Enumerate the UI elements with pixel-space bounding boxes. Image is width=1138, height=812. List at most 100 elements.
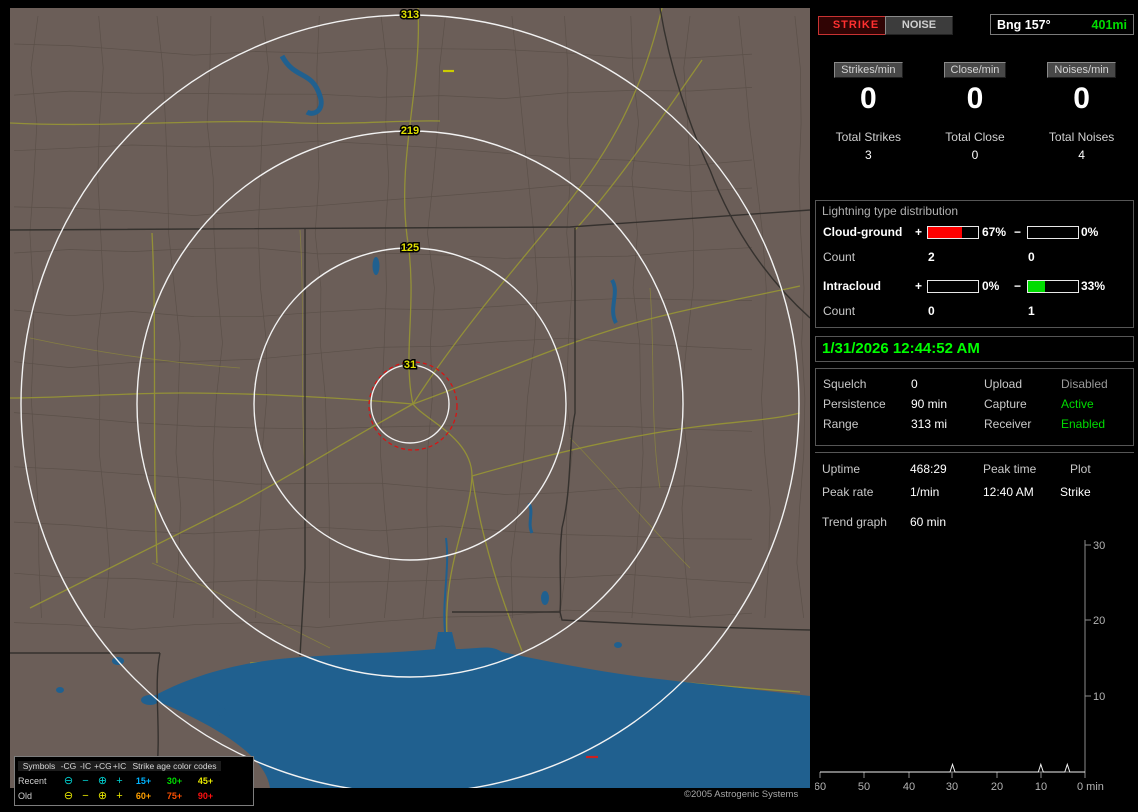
plot-label: Plot [1070, 462, 1091, 476]
age-90: 90+ [197, 790, 214, 801]
distribution-box: Lightning type distribution Cloud-ground… [815, 200, 1134, 328]
section-divider [815, 452, 1134, 453]
peak-rate-value: 1/min [910, 485, 940, 499]
squelch-label: Squelch [823, 377, 867, 391]
receiver-label: Receiver [984, 417, 1032, 431]
ic-count-minus: 1 [1028, 304, 1035, 318]
legend-type-ncg: -CG [60, 760, 77, 771]
xtick-40: 40 [903, 781, 915, 793]
legend-row-old-label: Old [18, 790, 33, 801]
persistence-value: 90 min [911, 397, 948, 411]
symbol-neg-cg-icon: ⊖ [63, 789, 74, 802]
age-75: 75+ [166, 790, 183, 801]
total-noises-value: 4 [1078, 148, 1085, 162]
legend-type-pic: +IC [111, 760, 128, 771]
age-60: 60+ [135, 790, 152, 801]
cg-count-plus: 2 [928, 250, 935, 264]
bearing-readout: Bng 157° 401mi [990, 14, 1134, 35]
trend-graph: 30 20 10 60 50 40 30 20 10 0 min [815, 540, 1105, 793]
status-panel: STRIKE NOISE Bng 157° 401mi Strikes/min … [815, 0, 1135, 812]
total-strikes-value: 3 [864, 148, 872, 162]
cg-count-label: Count [823, 250, 856, 264]
symbol-neg-cg-icon: ⊖ [63, 774, 74, 787]
symbol-pos-cg-icon: ⊕ [97, 774, 108, 787]
ic-plus-pct: 0% [982, 279, 1000, 293]
symbol-pos-cg-icon: ⊕ [97, 789, 108, 802]
legend-row-recent-label: Recent [18, 775, 47, 786]
persistence-label: Persistence [823, 397, 886, 411]
plus-sign: + [915, 279, 923, 293]
ic-count-label: Count [823, 304, 856, 318]
clock-readout: 1/31/2026 12:44:52 AM [815, 336, 1134, 362]
ring-label-313: 313 [401, 9, 419, 21]
cg-minus-bar [1027, 226, 1079, 239]
symbol-neg-ic-icon: − [82, 774, 89, 787]
ring-label-219: 219 [401, 125, 419, 137]
receiver-value: Enabled [1061, 417, 1106, 431]
age-15: 15+ [135, 775, 152, 786]
uptime-label: Uptime [822, 462, 861, 476]
upload-value: Disabled [1061, 377, 1108, 391]
distribution-title: Lightning type distribution [822, 204, 959, 218]
total-strikes-label: Total Strikes [835, 130, 901, 144]
map-legend: Symbols -CG -IC +CG +IC Strike age color… [14, 756, 254, 806]
trend-graph-window: 60 min [910, 515, 947, 529]
status-box: Squelch 0 Upload Disabled Persistence 90… [815, 368, 1134, 446]
ic-minus-bar [1027, 280, 1079, 293]
minus-sign: − [1014, 225, 1022, 239]
cg-minus-pct: 0% [1081, 225, 1099, 239]
trend-strike-series [820, 762, 1085, 773]
strikes-per-min-value: 0 [859, 82, 877, 115]
ic-plus-bar [927, 280, 979, 293]
symbol-neg-ic-icon: − [82, 789, 89, 802]
total-noises-label: Total Noises [1048, 130, 1115, 144]
bearing-range-value: 401mi [1091, 17, 1127, 32]
copyright-text: ©2005 Astrogenic Systems [684, 789, 799, 800]
xtick-20: 20 [991, 781, 1003, 793]
ic-count-plus: 0 [928, 304, 935, 318]
peak-time-label: Peak time [983, 462, 1037, 476]
noise-toggle-button[interactable]: NOISE [885, 16, 953, 35]
range-label: Range [823, 417, 859, 431]
close-per-min-button[interactable]: Close/min [943, 62, 1007, 78]
xtick-10: 10 [1035, 781, 1047, 793]
strike-toggle-button[interactable]: STRIKE [818, 16, 894, 35]
ring-label-125: 125 [401, 242, 419, 254]
noises-per-min-button[interactable]: Noises/min [1047, 62, 1116, 78]
peak-time-value: 12:40 AM [983, 485, 1034, 499]
minus-sign: − [1014, 279, 1022, 293]
nexstorm-window: 313 219 125 31 Symbols -CG -IC +CG +IC S… [0, 0, 1138, 812]
symbol-pos-ic-icon: + [116, 774, 123, 787]
upload-label: Upload [984, 377, 1023, 391]
range-value: 313 mi [911, 417, 948, 431]
map-area: 313 219 125 31 [10, 8, 810, 788]
close-per-min-value: 0 [966, 82, 984, 115]
capture-label: Capture [984, 397, 1027, 411]
legend-symbols-header: Symbols [18, 760, 60, 771]
plot-value: Strike [1060, 485, 1091, 499]
noises-per-min-value: 0 [1073, 82, 1090, 115]
symbol-pos-ic-icon: + [116, 789, 123, 802]
ytick-20: 20 [1093, 615, 1105, 627]
ring-label-31: 31 [404, 359, 416, 371]
peak-rate-label: Peak rate [822, 485, 874, 499]
age-30: 30+ [166, 775, 183, 786]
squelch-value: 0 [911, 377, 918, 391]
strikes-per-min-button[interactable]: Strikes/min [834, 62, 903, 78]
uptime-value: 468:29 [910, 462, 947, 476]
ytick-30: 30 [1093, 540, 1105, 552]
xtick-30: 30 [946, 781, 958, 793]
legend-type-pcg: +CG [94, 760, 112, 771]
cg-count-minus: 0 [1028, 250, 1035, 264]
capture-value: Active [1061, 397, 1094, 411]
ytick-10: 10 [1093, 691, 1105, 703]
cg-plus-bar [927, 226, 979, 239]
ic-minus-pct: 33% [1081, 279, 1106, 293]
xtick-0min: 0 min [1077, 781, 1104, 793]
total-close-label: Total Close [945, 130, 1005, 144]
total-close-value: 0 [971, 148, 979, 162]
xtick-50: 50 [858, 781, 870, 793]
map-svg: 313 219 125 31 [10, 8, 810, 788]
age-45: 45+ [197, 775, 214, 786]
plus-sign: + [915, 225, 923, 239]
